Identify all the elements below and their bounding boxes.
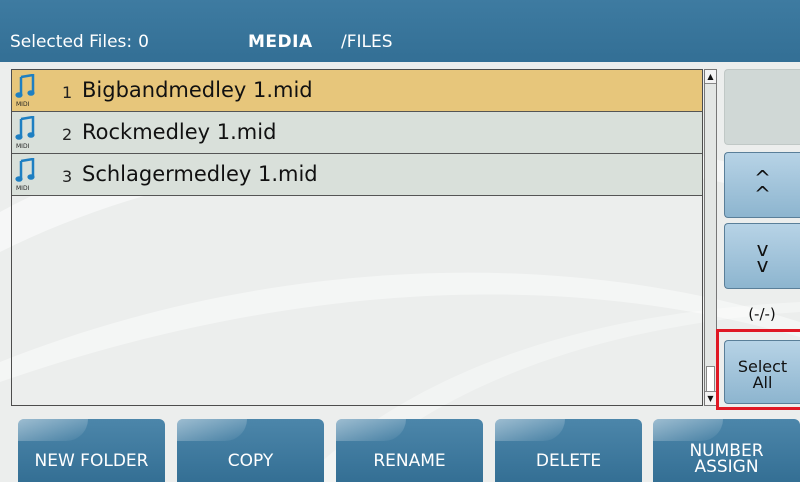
selected-files-count: 0 [138,32,149,52]
page-down-button[interactable]: vv [724,223,800,289]
select-all-button[interactable]: Select All [724,340,800,404]
list-scrollbar[interactable]: ▲ ▼ [704,69,717,406]
copy-button[interactable]: COPY [177,419,324,482]
scroll-down-arrow-icon[interactable]: ▼ [705,391,716,405]
file-row[interactable]: MIDI 3 Schlagermedley 1.mid [12,154,702,196]
select-all-label-line2: All [752,373,773,392]
rename-button[interactable]: RENAME [336,419,483,482]
file-index: 3 [62,167,73,186]
svg-text:MIDI: MIDI [16,143,30,150]
file-name: Rockmedley 1.mid [82,120,277,144]
svg-text:MIDI: MIDI [16,101,30,108]
selected-files-label: Selected Files: 0 [10,32,149,52]
file-name: Bigbandmedley 1.mid [82,78,313,102]
scroll-thumb[interactable] [706,366,715,392]
file-list: MIDI 1 Bigbandmedley 1.mid MIDI 2 Rockme… [11,69,703,406]
double-chevron-up-icon: ^ ^ [754,166,771,206]
delete-button[interactable]: DELETE [495,419,642,482]
path-label: /FILES [341,32,393,52]
double-chevron-down-icon: vv [756,237,769,277]
number-assign-label: NUMBER ASSIGN [653,443,800,477]
scroll-up-arrow-icon[interactable]: ▲ [705,70,716,84]
header-bar: Selected Files: 0 MEDIA /FILES [0,0,800,62]
midi-file-icon: MIDI [15,74,35,108]
file-index: 2 [62,125,73,144]
number-assign-line2: ASSIGN [694,457,759,477]
file-name: Schlagermedley 1.mid [82,162,318,186]
midi-file-icon: MIDI [15,116,35,150]
new-folder-button[interactable]: NEW FOLDER [18,419,165,482]
page-up-button[interactable]: ^ ^ [724,152,800,218]
side-panel-blank [724,69,800,145]
copy-label: COPY [227,451,274,471]
rename-label: RENAME [373,451,446,471]
selected-files-text: Selected Files: [10,32,133,52]
file-row[interactable]: MIDI 2 Rockmedley 1.mid [12,112,702,154]
delete-label: DELETE [535,451,602,471]
number-assign-button[interactable]: NUMBER ASSIGN [653,419,800,482]
midi-file-icon: MIDI [15,158,35,192]
file-index: 1 [62,83,73,102]
file-row[interactable]: MIDI 1 Bigbandmedley 1.mid [12,70,702,112]
new-folder-label: NEW FOLDER [34,451,149,471]
device-label: MEDIA [248,32,313,52]
page-indicator: (-/-) [748,305,776,323]
svg-text:MIDI: MIDI [16,185,30,192]
